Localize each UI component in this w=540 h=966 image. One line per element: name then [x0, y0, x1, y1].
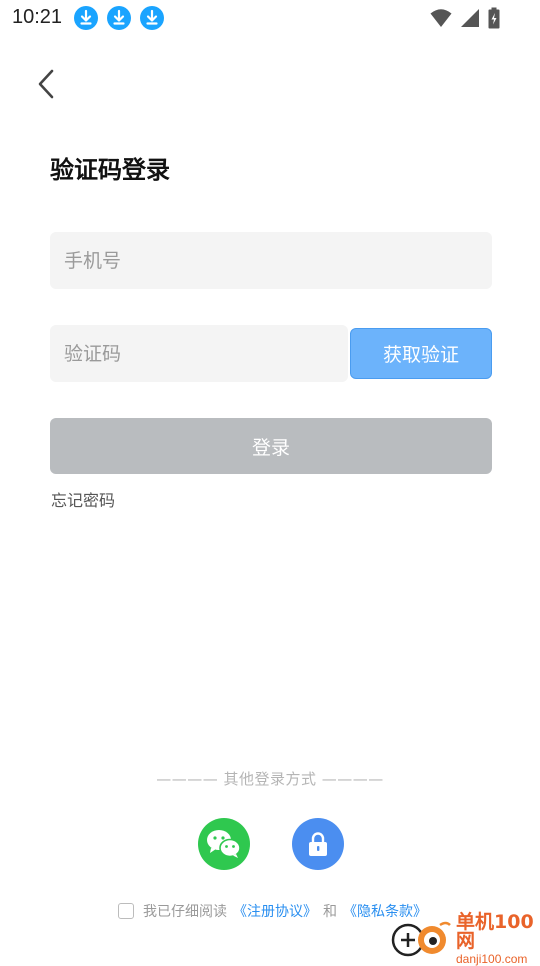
page-title: 验证码登录 — [50, 156, 170, 184]
download-icon — [107, 6, 131, 30]
get-code-label: 获取验证 — [382, 344, 459, 366]
chevron-left-icon — [38, 69, 54, 99]
get-code-button[interactable]: 获取验证 — [350, 328, 492, 379]
agreement-checkbox[interactable] — [118, 903, 134, 919]
watermark: 单机100网 danji100.com — [390, 913, 540, 965]
login-label: 登录 — [251, 436, 290, 459]
phone-input[interactable] — [50, 232, 492, 289]
watermark-domain: danji100.com — [456, 952, 528, 966]
agreement-connector: 和 — [323, 904, 337, 920]
lock-icon — [309, 832, 327, 856]
status-bar: 10:21 — [0, 0, 540, 36]
agreement-prefix: 我已仔细阅读 — [143, 904, 227, 920]
watermark-logo — [390, 919, 452, 959]
status-icons — [430, 7, 500, 33]
login-button[interactable]: 登录 — [50, 418, 492, 474]
forgot-password-link[interactable]: 忘记密码 — [51, 487, 115, 511]
download-icon — [140, 6, 164, 30]
verification-code-input[interactable] — [50, 325, 348, 382]
agreement-row: 我已仔细阅读 《注册协议》 和 《隐私条款》 — [118, 901, 427, 921]
password-login-button[interactable] — [292, 818, 344, 870]
other-login-methods-label: ———— 其他登录方式 ———— — [156, 770, 384, 788]
wifi-icon — [430, 8, 452, 32]
back-button[interactable] — [26, 64, 66, 104]
signal-icon — [460, 8, 480, 32]
battery-icon — [488, 7, 500, 33]
terms-link[interactable]: 《注册协议》 — [233, 901, 317, 921]
status-time: 10:21 — [12, 6, 63, 28]
wechat-login-button[interactable] — [198, 818, 250, 870]
wechat-icon — [207, 830, 241, 858]
watermark-title: 单机100网 — [456, 911, 534, 952]
download-icon — [74, 6, 98, 30]
